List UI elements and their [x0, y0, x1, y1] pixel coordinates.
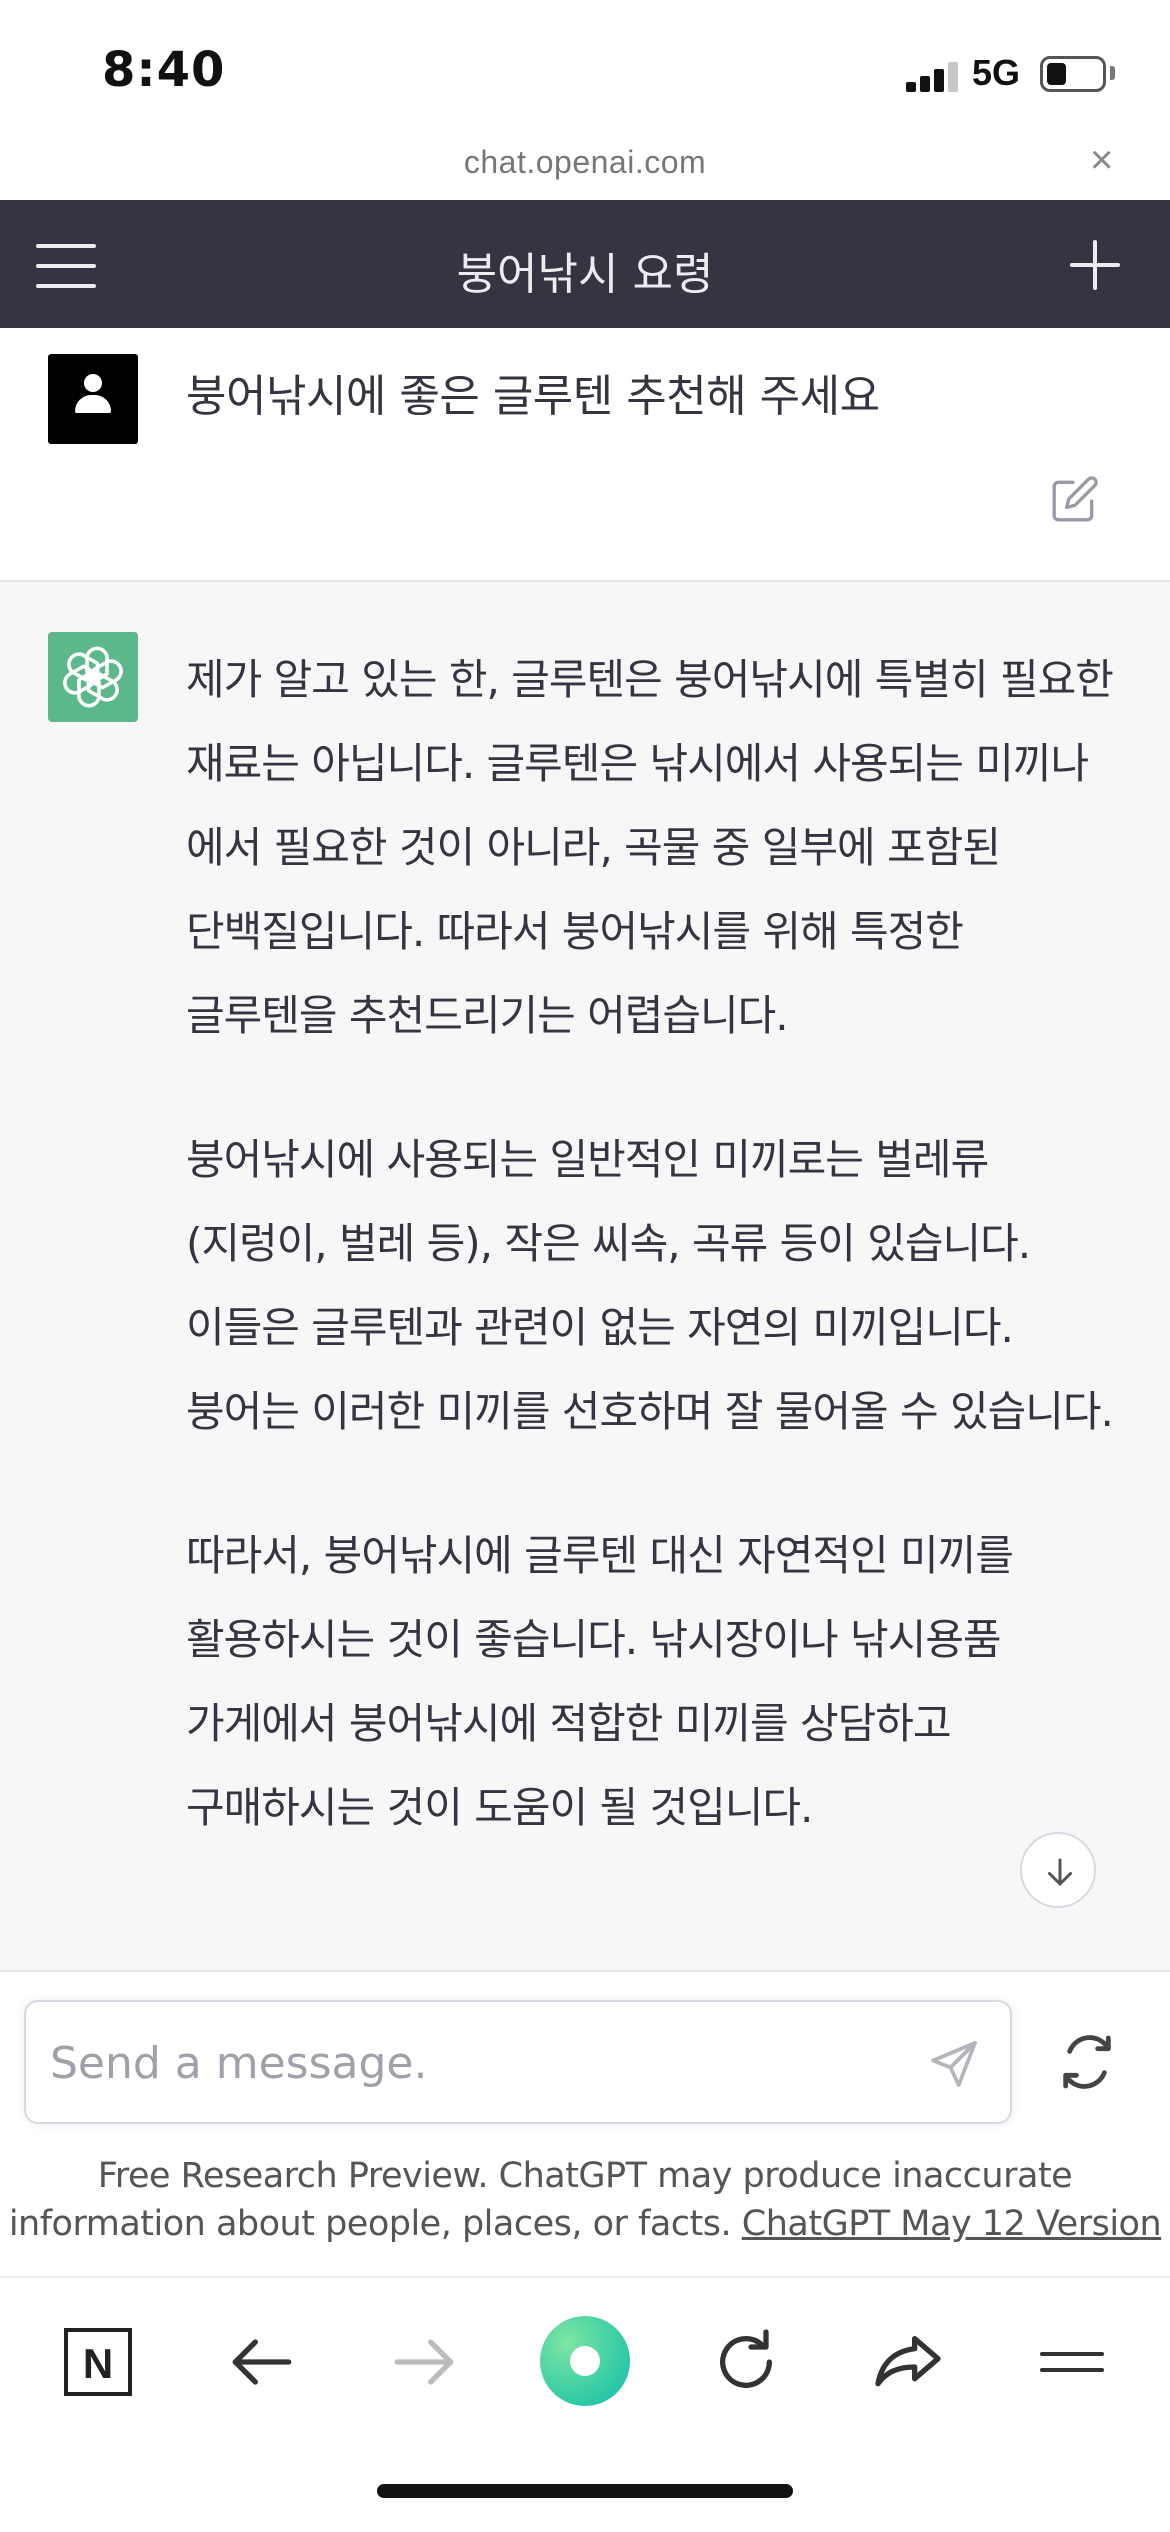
composer-area: Free Research Preview. ChatGPT may produ… [0, 1970, 1170, 2276]
network-label: 5G [972, 52, 1021, 93]
user-avatar-icon [48, 354, 138, 444]
version-link[interactable]: ChatGPT May 12 Version [742, 2204, 1162, 2244]
disclaimer-line-2-text: information about people, places, or fac… [8, 2204, 732, 2244]
home-indicator [377, 2484, 793, 2498]
assistant-paragraph-2: 붕어낚시에 사용되는 일반적인 미끼로는 벌레류(지렁이, 벌레 등), 작은 … [186, 1135, 1114, 1436]
back-arrow-icon[interactable] [222, 2322, 302, 2402]
edit-icon[interactable] [1050, 474, 1100, 524]
disclaimer-line-2: information about people, places, or fac… [0, 2200, 1170, 2248]
chat-header: 붕어낚시 요령 [0, 200, 1170, 328]
share-icon[interactable] [868, 2322, 948, 2402]
url-text[interactable]: chat.openai.com [0, 144, 1170, 181]
reload-icon[interactable] [706, 2322, 786, 2402]
battery-icon [1040, 56, 1106, 92]
assistant-message: 제가 알고 있는 한, 글루텐은 붕어낚시에 특별히 필요한 재료는 아닙니다.… [0, 582, 1170, 1970]
close-icon[interactable]: × [1090, 138, 1113, 183]
user-message: 붕어낚시에 좋은 글루텐 추천해 주세요 [0, 328, 1170, 582]
naver-n-icon[interactable]: N [58, 2322, 138, 2402]
message-input[interactable] [50, 2028, 910, 2098]
disclaimer-text: Free Research Preview. ChatGPT may produ… [0, 2152, 1170, 2248]
assistant-paragraph-1: 제가 알고 있는 한, 글루텐은 붕어낚시에 특별히 필요한 재료는 아닙니다.… [186, 655, 1114, 1040]
user-message-text: 붕어낚시에 좋은 글루텐 추천해 주세요 [186, 371, 880, 422]
forward-arrow-icon[interactable] [384, 2322, 464, 2402]
tabs-menu-icon[interactable] [1032, 2322, 1112, 2402]
status-bar: 8:40 5G [0, 0, 1170, 140]
svg-text:N: N [83, 2340, 113, 2387]
scroll-to-bottom-button[interactable] [1020, 1832, 1096, 1908]
send-icon[interactable] [926, 2036, 982, 2092]
regenerate-icon[interactable] [1055, 2030, 1119, 2094]
url-bar[interactable]: chat.openai.com × [0, 130, 1170, 200]
signal-icon [906, 60, 958, 92]
status-time: 8:40 [102, 42, 226, 98]
assistant-paragraph-3: 따라서, 붕어낚시에 글루텐 대신 자연적인 미끼를 활용하시는 것이 좋습니다… [186, 1531, 1014, 1832]
assistant-message-body: 제가 알고 있는 한, 글루텐은 붕어낚시에 특별히 필요한 재료는 아닙니다.… [186, 638, 1116, 1910]
disclaimer-line-1: Free Research Preview. ChatGPT may produ… [97, 2156, 1073, 2196]
battery-tip [1110, 66, 1115, 80]
home-dot-icon[interactable] [540, 2316, 630, 2406]
page-title: 붕어낚시 요령 [456, 249, 714, 300]
arrow-down-icon [1048, 1858, 1072, 1886]
message-input-box[interactable] [24, 2000, 1012, 2124]
openai-logo-icon [48, 632, 138, 722]
new-chat-plus-icon[interactable] [1070, 240, 1120, 290]
